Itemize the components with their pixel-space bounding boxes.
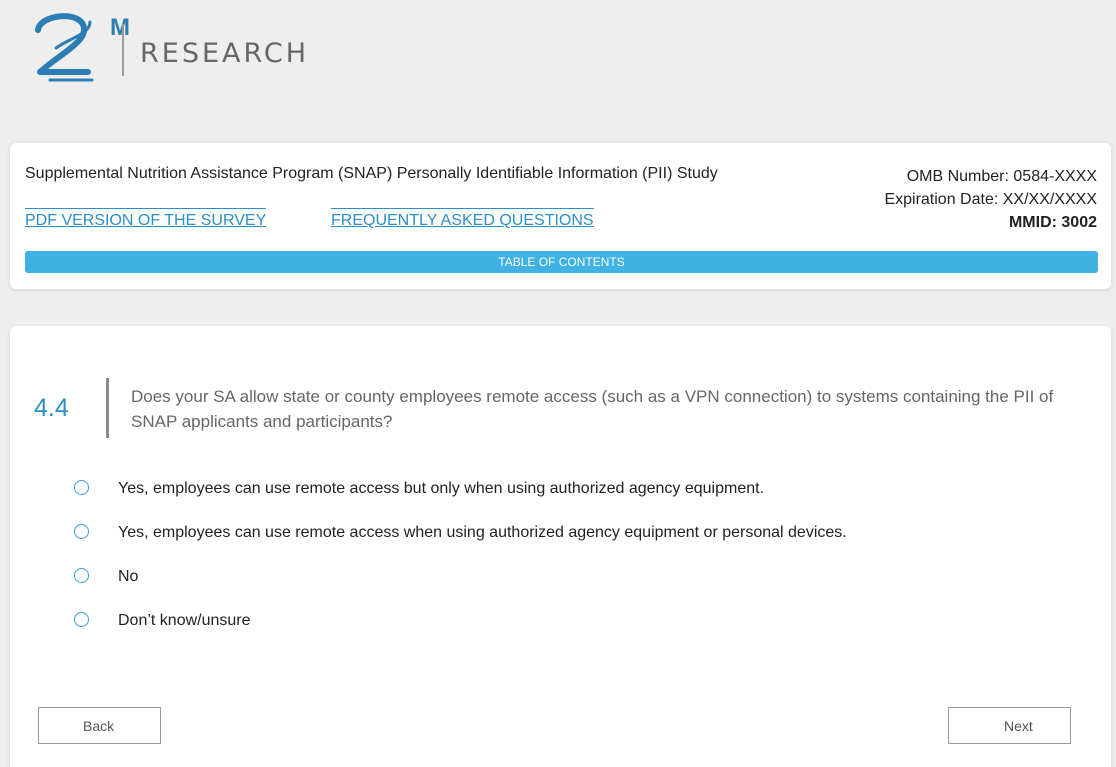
table-of-contents-button[interactable]: TABLE OF CONTENTS [25,251,1098,273]
logo-wordmark: RESEARCH [140,38,310,69]
radio-button[interactable] [74,524,89,539]
logo-divider [122,24,124,76]
faq-link[interactable]: FREQUENTLY ASKED QUESTIONS [331,208,594,230]
expiration-date: Expiration Date: XX/XX/XXXX [884,191,1097,208]
mmid: MMID: 3002 [1008,214,1097,231]
omb-number: OMB Number: 0584-XXXX [906,168,1097,185]
radio-button[interactable] [74,480,89,495]
question-number: 4.4 [34,394,69,422]
company-logo: M RESEARCH [30,8,350,88]
logo-2-mark-icon [35,13,94,82]
question-divider [106,378,109,438]
answer-option-label: Yes, employees can use remote access whe… [118,524,847,541]
logo-superscript: M [110,14,130,41]
survey-header: Supplemental Nutrition Assistance Progra… [10,143,1111,289]
pdf-version-link[interactable]: PDF VERSION OF THE SURVEY [25,208,267,230]
question-text: Does your SA allow state or county emplo… [131,387,1054,431]
next-button[interactable]: Next [948,707,1071,744]
answer-option-label: No [118,568,139,585]
radio-button[interactable] [74,568,89,583]
study-title: Supplemental Nutrition Assistance Progra… [25,165,718,182]
radio-button[interactable] [74,612,89,627]
question-panel: 4.4 Does your SA allow state or county e… [10,326,1111,767]
back-button[interactable]: Back [38,707,161,744]
omb-info: OMB Number: 0584-XXXX Expiration Date: X… [884,165,1097,234]
answer-option-label: Yes, employees can use remote access but… [118,480,765,497]
answer-option-label: Don’t know/unsure [118,612,251,629]
